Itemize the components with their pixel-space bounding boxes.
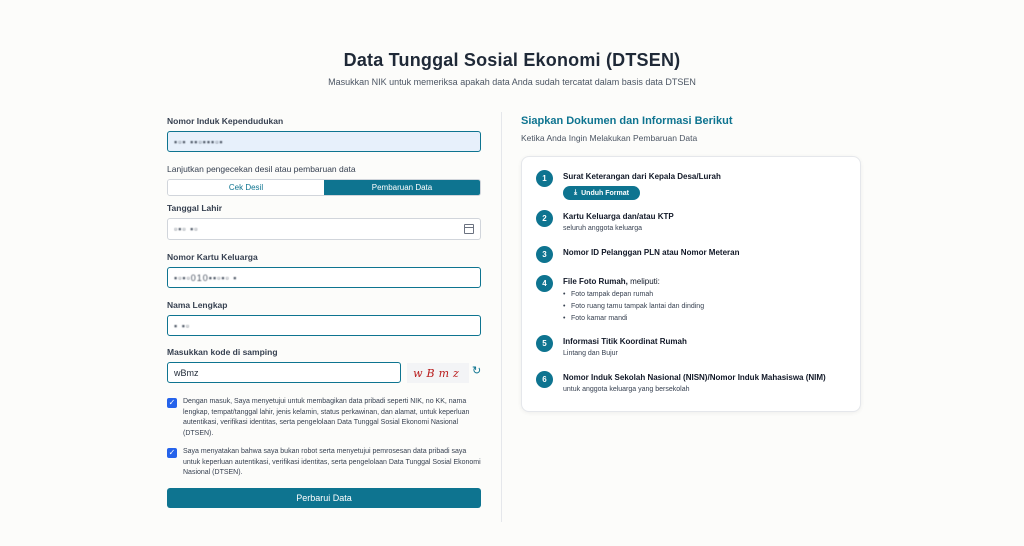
step-4: 4 File Foto Rumah, meliputi: Foto tampak… (536, 275, 704, 325)
continue-label: Lanjutkan pengecekan desil atau pembarua… (167, 164, 356, 174)
tab-pembaruan-data[interactable]: Pembaruan Data (324, 180, 480, 195)
step-2: 2 Kartu Keluarga dan/atau KTP seluruh an… (536, 210, 674, 232)
download-icon: ⤓ (574, 189, 578, 196)
nik-label: Nomor Induk Kependudukan (167, 116, 284, 126)
captcha-image: wBmz (407, 363, 469, 383)
consent-checkbox-2[interactable]: ✓ (167, 448, 177, 458)
page-subtitle: Masukkan NIK untuk memeriksa apakah data… (328, 77, 696, 87)
step-number: 4 (536, 275, 553, 292)
step-title: Kartu Keluarga dan/atau KTP (563, 212, 674, 221)
bullet-item: Foto tampak depan rumah (563, 289, 704, 301)
step-title: Nomor Induk Sekolah Nasional (NISN)/Nomo… (563, 373, 826, 382)
docs-panel: Siapkan Dokumen dan Informasi Berikut Ke… (521, 115, 861, 412)
step-desc: Lintang dan Bujur (563, 350, 618, 357)
step-number: 5 (536, 335, 553, 352)
docs-title: Siapkan Dokumen dan Informasi Berikut (521, 115, 733, 127)
step-6: 6 Nomor Induk Sekolah Nasional (NISN)/No… (536, 371, 826, 393)
captcha-value: wBmz (174, 367, 199, 378)
captcha-input[interactable]: wBmz (167, 362, 401, 383)
docs-subtitle: Ketika Anda Ingin Melakukan Pembaruan Da… (521, 133, 698, 143)
consent-text-2: Saya menyatakan bahwa saya bukan robot s… (183, 448, 481, 476)
download-format-button[interactable]: ⤓ Unduh Format (563, 186, 640, 200)
name-value: ▪ ▪▫ (174, 320, 191, 331)
calendar-icon[interactable] (464, 224, 474, 234)
step-title: Surat Keterangan dari Kepala Desa/Lurah (563, 172, 721, 181)
step-title: File Foto Rumah, (563, 277, 628, 286)
step-number: 1 (536, 170, 553, 187)
nik-value: ▪▫▪ ▪▪▫▪▪▪▫▪ (174, 136, 224, 147)
docs-card: 1 Surat Keterangan dari Kepala Desa/Lura… (521, 156, 861, 412)
step-5: 5 Informasi Titik Koordinat Rumah Lintan… (536, 335, 687, 357)
step-desc: untuk anggota keluarga yang bersekolah (563, 386, 690, 393)
page-title: Data Tunggal Sosial Ekonomi (DTSEN) (343, 50, 681, 70)
name-label: Nama Lengkap (167, 300, 228, 310)
download-label: Unduh Format (581, 189, 629, 197)
kk-input[interactable]: ▪▫▪▫010▪▪▫▪▫ ▪ (167, 267, 481, 288)
step-number: 6 (536, 371, 553, 388)
bullet-item: Foto ruang tamu tampak lantai dan dindin… (563, 301, 704, 313)
captcha-label: Masukkan kode di samping (167, 347, 278, 357)
consent-row-1: ✓ Dengan masuk, Saya menyetujui untuk me… (167, 397, 481, 439)
step-title-suffix: meliputi: (627, 277, 660, 286)
dob-label: Tanggal Lahir (167, 203, 223, 213)
consent-checkbox-1[interactable]: ✓ (167, 398, 177, 408)
step-number: 2 (536, 210, 553, 227)
step-3: 3 Nomor ID Pelanggan PLN atau Nomor Mete… (536, 246, 739, 263)
kk-label: Nomor Kartu Keluarga (167, 252, 258, 262)
kk-value: ▪▫▪▫010▪▪▫▪▫ ▪ (174, 272, 238, 283)
step-title: Nomor ID Pelanggan PLN atau Nomor Metera… (563, 248, 740, 257)
dob-input[interactable]: ▫▪▫ ▪▫ (167, 218, 481, 240)
nik-input[interactable]: ▪▫▪ ▪▪▫▪▪▪▫▪ (167, 131, 481, 152)
mode-tabs: Cek Desil Pembaruan Data (167, 179, 481, 196)
captcha-row: wBmz wBmz ↻ (167, 362, 481, 383)
consent-text-1: Dengan masuk, Saya menyetujui untuk memb… (183, 398, 470, 437)
submit-button[interactable]: Perbarui Data (167, 487, 481, 508)
dob-value: ▫▪▫ ▪▫ (174, 224, 199, 234)
refresh-icon[interactable]: ↻ (472, 364, 481, 377)
step-bullets: Foto tampak depan rumah Foto ruang tamu … (563, 289, 704, 325)
step-1: 1 Surat Keterangan dari Kepala Desa/Lura… (536, 170, 721, 200)
bullet-item: Foto kamar mandi (563, 313, 704, 325)
step-title: Informasi Titik Koordinat Rumah (563, 337, 687, 346)
step-number: 3 (536, 246, 553, 263)
page-header: Data Tunggal Sosial Ekonomi (DTSEN) Masu… (0, 50, 1024, 87)
tab-cek-desil[interactable]: Cek Desil (168, 180, 324, 195)
form-panel: Nomor Induk Kependudukan ▪▫▪ ▪▪▫▪▪▪▫▪ La… (167, 116, 481, 508)
consent-row-2: ✓ Saya menyatakan bahwa saya bukan robot… (167, 447, 481, 479)
name-input[interactable]: ▪ ▪▫ (167, 315, 481, 336)
step-desc: seluruh anggota keluarga (563, 225, 643, 232)
column-divider (501, 112, 502, 522)
